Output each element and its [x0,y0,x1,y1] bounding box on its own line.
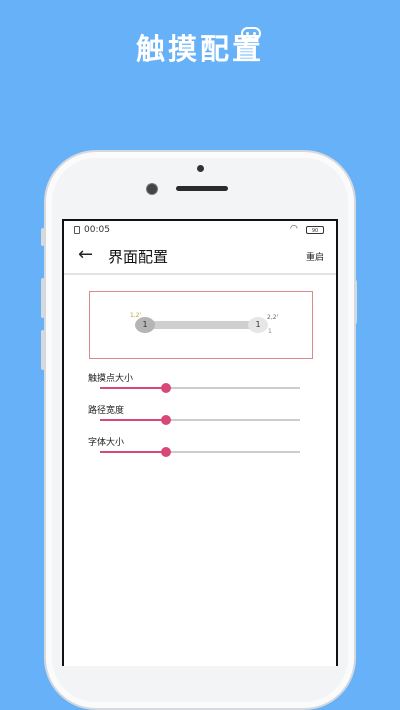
slider-track[interactable] [100,415,300,425]
battery-icon: 90 [306,226,324,234]
app-screen: 00:05 ◠ 90 ← 界面配置 重启 1,2' 2,2' 1 1 1 触摸点… [62,219,338,666]
preview-right-sublabel: 1 [268,328,272,335]
sticker-icon [241,27,261,40]
toolbar: ← 界面配置 重启 [64,241,336,275]
earpiece-speaker [176,186,228,191]
wifi-icon: ◠ [290,224,298,234]
slider-fill [100,387,166,389]
page-title: 界面配置 [108,248,169,266]
promo-title: 触摸配置 [135,32,264,66]
proximity-sensor [197,165,204,172]
preview-touch-point-start: 1 [135,317,155,333]
preview-right-label: 2,2' [267,314,279,321]
status-bar: 00:05 ◠ 90 [64,221,336,241]
setting-label: 触摸点大小 [88,374,134,384]
touch-preview: 1,2' 2,2' 1 1 1 [89,291,313,359]
preview-touch-point-end: 1 [248,317,268,333]
status-time: 00:05 [84,225,110,235]
slider-track[interactable] [100,447,300,457]
arrow-left-icon[interactable]: ← [78,245,93,265]
slider-thumb[interactable] [161,447,171,457]
slider-fill [100,451,166,453]
slider-fill [100,419,166,421]
slider-thumb[interactable] [161,383,171,393]
setting-label: 字体大小 [88,438,125,448]
reset-button[interactable]: 重启 [306,250,324,263]
sim-icon [74,226,80,234]
slider-thumb[interactable] [161,415,171,425]
preview-path [140,321,260,329]
slider-track[interactable] [100,383,300,393]
front-camera-icon [146,183,158,195]
setting-label: 路径宽度 [88,406,125,416]
